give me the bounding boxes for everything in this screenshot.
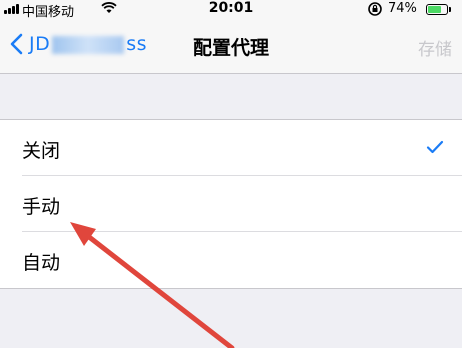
annotation-arrow (70, 222, 235, 348)
